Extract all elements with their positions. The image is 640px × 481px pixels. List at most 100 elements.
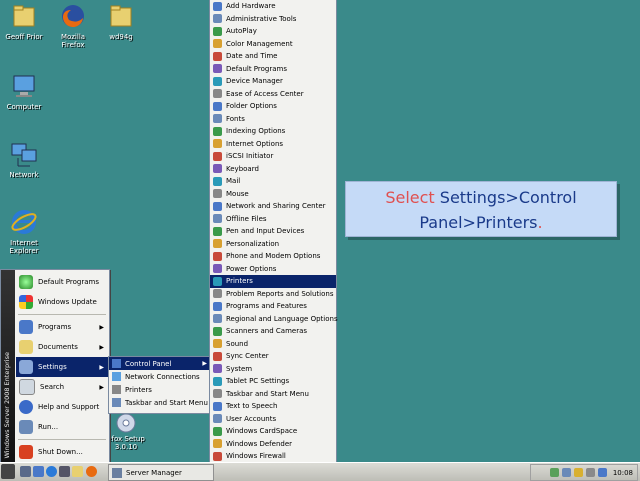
settings-item-label: Control Panel bbox=[125, 359, 172, 368]
cp-item-offline-files[interactable]: Offline Files bbox=[210, 213, 336, 226]
show-desktop-icon[interactable] bbox=[20, 466, 31, 477]
start-item-windows-update[interactable]: Windows Update bbox=[16, 292, 108, 312]
cp-item-taskbar-and-start-menu[interactable]: Taskbar and Start Menu bbox=[210, 388, 336, 401]
settings-item-control-panel[interactable]: Control Panel ▶ bbox=[109, 357, 211, 370]
cp-item-label: Sound bbox=[226, 339, 249, 348]
cp-item-user-accounts[interactable]: User Accounts bbox=[210, 413, 336, 426]
tray-display-icon[interactable] bbox=[561, 468, 571, 477]
start-item-label: Programs bbox=[38, 323, 72, 331]
cp-item-date-and-time[interactable]: Date and Time bbox=[210, 50, 336, 63]
cp-item-internet-options[interactable]: Internet Options bbox=[210, 138, 336, 151]
color-management-icon bbox=[213, 39, 222, 49]
desktop-icon-geoff-prior[interactable]: Geoff Prior bbox=[1, 2, 47, 41]
cp-item-windows-defender[interactable]: Windows Defender bbox=[210, 438, 336, 451]
cp-item-problem-reports-and-solutions[interactable]: Problem Reports and Solutions bbox=[210, 288, 336, 301]
desktop-icon-label: Network bbox=[9, 171, 39, 179]
start-item-settings[interactable]: Settings ▶ bbox=[16, 357, 108, 377]
desktop-icon-firefox[interactable]: Mozilla Firefox bbox=[50, 2, 96, 49]
cp-item-label: Programs and Features bbox=[226, 302, 307, 311]
cp-item-add-hardware[interactable]: Add Hardware bbox=[210, 0, 336, 13]
start-item-help-and-support[interactable]: Help and Support bbox=[16, 397, 108, 417]
cp-item-label: Printers bbox=[226, 277, 253, 286]
programs-and-features-icon bbox=[213, 301, 222, 311]
cp-item-text-to-speech[interactable]: Text to Speech bbox=[210, 400, 336, 413]
windows-cardspace-icon bbox=[213, 426, 222, 436]
cp-item-system[interactable]: System bbox=[210, 363, 336, 376]
settings-icon bbox=[19, 360, 33, 374]
cp-item-label: Internet Options bbox=[226, 139, 284, 148]
windows-firewall-icon bbox=[213, 451, 222, 461]
terminal-quick-icon[interactable] bbox=[59, 466, 70, 477]
cp-item-device-manager[interactable]: Device Manager bbox=[210, 75, 336, 88]
autoplay-icon bbox=[213, 26, 222, 36]
cp-item-scanners-and-cameras[interactable]: Scanners and Cameras bbox=[210, 325, 336, 338]
cp-item-label: Add Hardware bbox=[226, 2, 276, 11]
cp-item-power-options[interactable]: Power Options bbox=[210, 263, 336, 276]
cp-item-network-and-sharing-center[interactable]: Network and Sharing Center bbox=[210, 200, 336, 213]
ie-quick-icon[interactable] bbox=[46, 466, 57, 477]
clock[interactable]: 10:08 bbox=[613, 469, 633, 477]
cp-item-windows-firewall[interactable]: Windows Firewall bbox=[210, 450, 336, 463]
cp-item-regional-and-language-options[interactable]: Regional and Language Options bbox=[210, 313, 338, 326]
cp-item-indexing-options[interactable]: Indexing Options bbox=[210, 125, 336, 138]
cp-item-sync-center[interactable]: Sync Center bbox=[210, 350, 336, 363]
search-icon bbox=[19, 379, 35, 395]
tray-security-icon[interactable] bbox=[573, 468, 583, 477]
cp-item-tablet-pc-settings[interactable]: Tablet PC Settings bbox=[210, 375, 336, 388]
desktop-icon-internet-explorer[interactable]: Internet Explorer bbox=[1, 208, 47, 255]
start-item-default-programs[interactable]: Default Programs bbox=[16, 272, 108, 292]
cp-item-label: Windows Defender bbox=[226, 439, 293, 448]
desktop-icon-wd94g[interactable]: wd94g bbox=[98, 2, 144, 41]
cp-item-sound[interactable]: Sound bbox=[210, 338, 336, 351]
tray-volume-icon[interactable] bbox=[585, 468, 595, 477]
cp-item-label: Mouse bbox=[226, 189, 249, 198]
cp-item-iscsi-initiator[interactable]: iSCSI Initiator bbox=[210, 150, 336, 163]
desktop-icon-network[interactable]: Network bbox=[1, 140, 47, 179]
settings-item-printers[interactable]: Printers bbox=[109, 383, 211, 396]
sync-center-icon bbox=[213, 351, 222, 361]
settings-item-network-connections[interactable]: Network Connections bbox=[109, 370, 211, 383]
cp-item-programs-and-features[interactable]: Programs and Features bbox=[210, 300, 336, 313]
default-programs-icon bbox=[213, 64, 222, 74]
cp-item-color-management[interactable]: Color Management bbox=[210, 38, 336, 51]
system-tray: 10:08 bbox=[530, 464, 638, 481]
cp-item-mail[interactable]: Mail bbox=[210, 175, 336, 188]
settings-item-taskbar-and-start-menu[interactable]: Taskbar and Start Menu bbox=[109, 396, 211, 409]
default-programs-icon bbox=[19, 275, 33, 289]
desktop-icon-label: efox Setup 3.0.10 bbox=[107, 435, 145, 451]
desktop-icon-label: wd94g bbox=[109, 33, 133, 41]
cp-item-default-programs[interactable]: Default Programs bbox=[210, 63, 336, 76]
cp-item-folder-options[interactable]: Folder Options bbox=[210, 100, 336, 113]
start-menu-banner: Windows Server 2008 Enterprise bbox=[1, 270, 15, 463]
taskbar-button-server-manager[interactable]: Server Manager bbox=[108, 464, 214, 481]
start-item-shut-down[interactable]: Shut Down... bbox=[16, 442, 108, 462]
desktop-icon-firefox-setup[interactable]: efox Setup 3.0.10 bbox=[104, 412, 148, 451]
explorer-quick-icon[interactable] bbox=[72, 466, 83, 477]
start-button[interactable] bbox=[1, 464, 15, 479]
cp-item-windows-cardspace[interactable]: Windows CardSpace bbox=[210, 425, 336, 438]
cp-item-phone-and-modem-options[interactable]: Phone and Modem Options bbox=[210, 250, 336, 263]
tray-update-icon[interactable] bbox=[597, 468, 607, 477]
mouse-icon bbox=[213, 189, 222, 199]
firefox-quick-icon[interactable] bbox=[86, 466, 97, 477]
start-item-programs[interactable]: Programs ▶ bbox=[16, 317, 108, 337]
cp-item-fonts[interactable]: Fonts bbox=[210, 113, 336, 126]
cp-item-printers[interactable]: Printers bbox=[210, 275, 336, 288]
cp-item-label: Personalization bbox=[226, 239, 280, 248]
cp-item-keyboard[interactable]: Keyboard bbox=[210, 163, 336, 176]
cp-item-label: Network and Sharing Center bbox=[226, 202, 326, 211]
cp-item-ease-of-access-center[interactable]: Ease of Access Center bbox=[210, 88, 336, 101]
desktop-icon-computer[interactable]: Computer bbox=[1, 72, 47, 111]
start-item-search[interactable]: Search ▶ bbox=[16, 377, 108, 397]
start-item-run[interactable]: Run... bbox=[16, 417, 108, 437]
cp-item-mouse[interactable]: Mouse bbox=[210, 188, 336, 201]
cp-item-personalization[interactable]: Personalization bbox=[210, 238, 336, 251]
settings-item-label: Network Connections bbox=[125, 372, 200, 381]
server-manager-quick-icon[interactable] bbox=[33, 466, 44, 477]
start-item-documents[interactable]: Documents ▶ bbox=[16, 337, 108, 357]
cp-item-label: System bbox=[226, 364, 253, 373]
cp-item-pen-and-input-devices[interactable]: Pen and Input Devices bbox=[210, 225, 336, 238]
cp-item-autoplay[interactable]: AutoPlay bbox=[210, 25, 336, 38]
cp-item-administrative-tools[interactable]: Administrative Tools bbox=[210, 13, 336, 26]
tray-network-icon[interactable] bbox=[549, 468, 559, 477]
